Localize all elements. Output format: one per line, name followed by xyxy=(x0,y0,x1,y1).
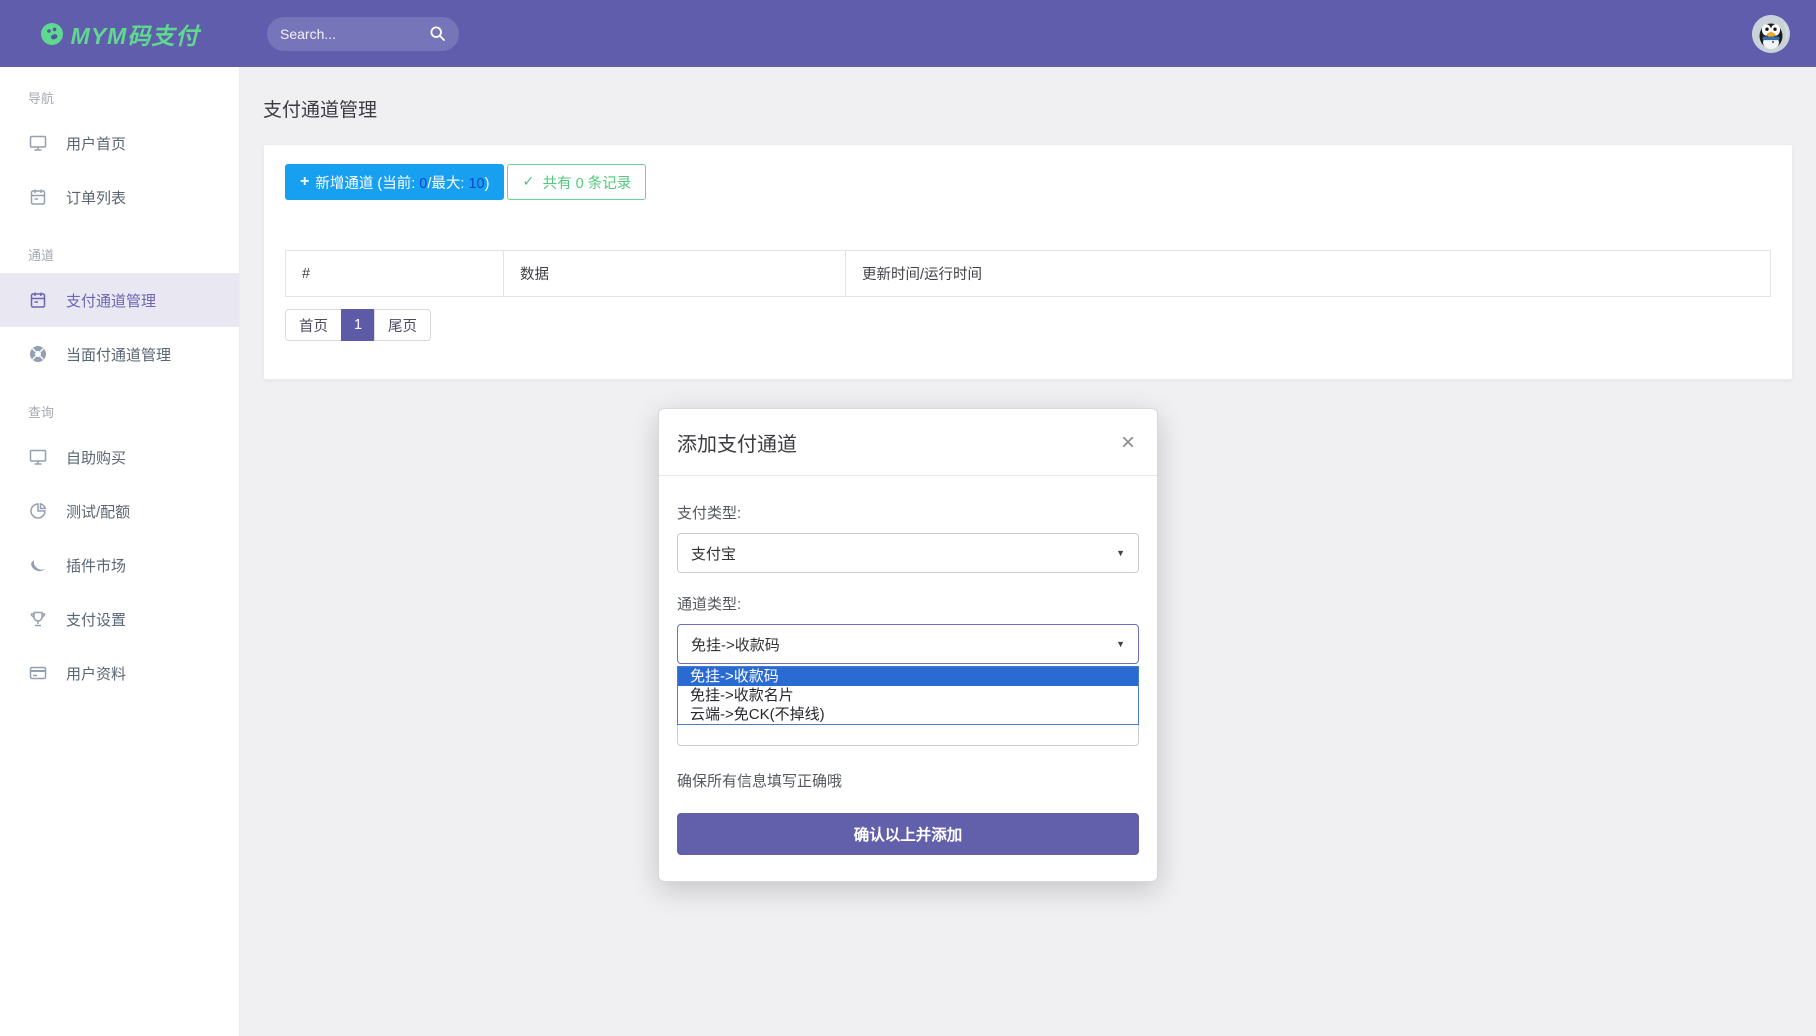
sidebar-item-label: 用户资料 xyxy=(66,663,126,684)
caret-down-icon: ▼ xyxy=(1116,548,1125,558)
add-channel-button[interactable]: + 新增通道 (当前: 0/最大: 10) xyxy=(285,164,504,200)
plus-icon: + xyxy=(300,173,309,191)
sidebar-item-label: 订单列表 xyxy=(66,187,126,208)
pagination-last-button[interactable]: 尾页 xyxy=(374,309,431,341)
sidebar-item-f2f-channel-mgmt[interactable]: 当面付通道管理 xyxy=(0,327,239,381)
records-count-label: 共有 0 条记录 xyxy=(543,172,632,193)
sidebar-item-label: 插件市场 xyxy=(66,555,126,576)
app-logo[interactable]: MYM码支付 xyxy=(0,17,240,51)
page-title: 支付通道管理 xyxy=(263,95,1816,122)
penguin-avatar-icon xyxy=(1752,15,1790,53)
monitor-icon xyxy=(28,133,48,153)
sidebar-item-label: 支付设置 xyxy=(66,609,126,630)
modal-header: 添加支付通道 × xyxy=(659,409,1157,476)
channel-type-select[interactable]: 免挂->收款码 ▼ xyxy=(677,624,1139,664)
content-card: + 新增通道 (当前: 0/最大: 10) ✓ 共有 0 条记录 # 数据 更新… xyxy=(263,144,1793,380)
monitor-icon xyxy=(28,447,48,467)
channel-type-dropdown: 免挂->收款码 免挂->收款名片 云端->免CK(不掉线) xyxy=(677,666,1139,725)
sidebar-item-label: 用户首页 xyxy=(66,133,126,154)
sidebar-item-payment-settings[interactable]: 支付设置 xyxy=(0,592,239,646)
sidebar-item-payment-channel-mgmt[interactable]: 支付通道管理 xyxy=(0,273,239,327)
sidebar-item-self-purchase[interactable]: 自助购买 xyxy=(0,430,239,484)
user-avatar[interactable] xyxy=(1752,15,1790,53)
dropdown-option-card[interactable]: 免挂->收款名片 xyxy=(678,686,1138,705)
nav-section-header-nav: 导航 xyxy=(0,67,239,116)
sidebar-item-label: 支付通道管理 xyxy=(66,290,156,311)
pagination-page-1-button[interactable]: 1 xyxy=(341,309,375,341)
clipboard-icon xyxy=(28,187,48,207)
logo-ball-icon xyxy=(41,23,63,45)
dropdown-option-qrcode[interactable]: 免挂->收款码 xyxy=(678,667,1138,686)
sidebar-item-label: 当面付通道管理 xyxy=(66,344,171,365)
trophy-icon xyxy=(28,609,48,629)
check-icon: ✓ xyxy=(522,174,534,190)
pagination-first-button[interactable]: 首页 xyxy=(285,309,342,341)
pagination: 首页 1 尾页 xyxy=(285,309,431,341)
table-header-row: # 数据 更新时间/运行时间 xyxy=(286,251,1771,297)
logo-text: MYM码支付 xyxy=(71,17,200,51)
sidebar-item-user-home[interactable]: 用户首页 xyxy=(0,116,239,170)
sidebar-item-plugin-market[interactable]: 插件市场 xyxy=(0,538,239,592)
top-navbar: MYM码支付 xyxy=(0,0,1816,67)
column-header-data: 数据 xyxy=(504,251,846,297)
moon-icon xyxy=(28,555,48,575)
records-count-button[interactable]: ✓ 共有 0 条记录 xyxy=(507,164,646,200)
credit-card-icon xyxy=(28,663,48,683)
dropdown-option-cloud[interactable]: 云端->免CK(不掉线) xyxy=(678,705,1138,724)
pay-type-label: 支付类型: xyxy=(677,502,1139,523)
nav-section-header-query: 查询 xyxy=(0,381,239,430)
add-channel-label: 新增通道 (当前: 0/最大: 10) xyxy=(315,172,489,193)
column-header-index: # xyxy=(286,251,504,297)
life-ring-icon xyxy=(28,344,48,364)
search-input[interactable] xyxy=(280,26,429,42)
channel-type-value: 免挂->收款码 xyxy=(691,634,780,655)
close-icon[interactable]: × xyxy=(1117,431,1139,455)
add-channel-modal: 添加支付通道 × 支付类型: 支付宝 ▼ 通道类型: 免挂->收款码 ▼ 免挂-… xyxy=(658,408,1158,882)
pay-type-select[interactable]: 支付宝 ▼ xyxy=(677,533,1139,573)
modal-title: 添加支付通道 xyxy=(677,428,1117,457)
sidebar-item-label: 测试/配额 xyxy=(66,501,130,522)
nav-section-header-channel: 通道 xyxy=(0,224,239,273)
sidebar-item-test-quota[interactable]: 测试/配额 xyxy=(0,484,239,538)
confirm-add-button[interactable]: 确认以上并添加 xyxy=(677,813,1139,855)
sidebar: 导航 用户首页 订单列表 通道 xyxy=(0,67,240,1036)
pay-type-value: 支付宝 xyxy=(691,543,736,564)
modal-body: 支付类型: 支付宝 ▼ 通道类型: 免挂->收款码 ▼ 免挂->收款码 免挂->… xyxy=(659,476,1157,881)
pie-chart-icon xyxy=(28,501,48,521)
channels-table: # 数据 更新时间/运行时间 xyxy=(285,250,1771,297)
sidebar-item-label: 自助购买 xyxy=(66,447,126,468)
column-header-time: 更新时间/运行时间 xyxy=(846,251,1771,297)
sidebar-item-user-profile[interactable]: 用户资料 xyxy=(0,646,239,700)
helper-text: 确保所有信息填写正确哦 xyxy=(677,770,1139,791)
max-count: 10 xyxy=(468,176,484,192)
search-box xyxy=(267,17,459,51)
clipboard-icon xyxy=(28,290,48,310)
sidebar-item-order-list[interactable]: 订单列表 xyxy=(0,170,239,224)
channel-type-label: 通道类型: xyxy=(677,593,1139,614)
caret-down-icon: ▼ xyxy=(1116,639,1125,649)
search-icon[interactable] xyxy=(429,25,446,42)
